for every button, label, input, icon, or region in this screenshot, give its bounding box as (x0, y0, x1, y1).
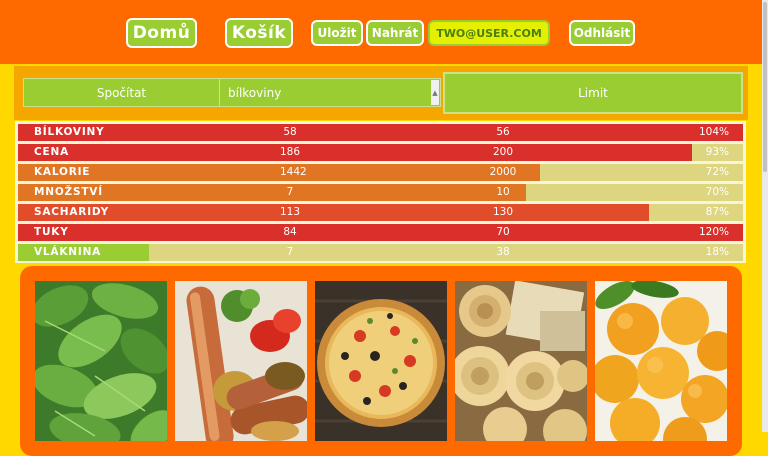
nutrient-progress-fill (18, 164, 540, 181)
cart-button[interactable]: Košík (225, 18, 293, 48)
food-tile-apricots[interactable] (595, 281, 727, 441)
nutrient-limit: 56 (496, 126, 510, 138)
nutrient-name: množství (34, 186, 103, 198)
nutrient-progress-fill (18, 224, 743, 241)
compute-button[interactable]: Spočítat (23, 78, 220, 107)
pasta-image (455, 281, 587, 441)
pizza-image (315, 281, 447, 441)
home-button[interactable]: Domů (126, 18, 197, 48)
nutrient-percent: 72% (705, 166, 729, 178)
nutrient-row-3: množství 7 10 70% (18, 184, 743, 201)
nutrient-progress-fill (18, 124, 743, 141)
nutrient-value: 1442 (280, 166, 307, 178)
nutrient-progress-fill (18, 204, 649, 221)
food-tile-spinach[interactable] (35, 281, 167, 441)
nutrient-value: 113 (280, 206, 301, 218)
nutrient-limit: 70 (496, 226, 510, 238)
nutrient-percent: 18% (705, 246, 729, 258)
limit-button[interactable]: Limit (443, 72, 743, 114)
nutrient-row-0: bílkoviny 58 56 104% (18, 124, 743, 141)
nutrient-value: 186 (280, 146, 301, 158)
nutrient-value: 58 (283, 126, 297, 138)
save-button[interactable]: Uložit (311, 20, 363, 46)
nutrient-name: cena (34, 146, 69, 158)
page-scrollbar[interactable] (762, 0, 768, 432)
food-tile-pasta[interactable] (455, 281, 587, 441)
sausages-image (175, 281, 307, 441)
logout-button[interactable]: Odhlásit (569, 20, 635, 46)
scrollbar-thumb[interactable] (763, 2, 767, 172)
nutrient-limit: 10 (496, 186, 510, 198)
nutrient-name: sacharidy (34, 206, 110, 218)
nutrient-name: vláknina (34, 246, 102, 258)
nutrient-row-6: vláknina 7 38 18% (18, 244, 743, 261)
nutrient-row-5: tuky 84 70 120% (18, 224, 743, 241)
nutrient-select-value: bílkoviny (228, 85, 282, 100)
food-tile-sausages[interactable] (175, 281, 307, 441)
top-navigation-bar: Domů Košík Uložit Nahrát two@user.com Od… (0, 0, 762, 64)
nutrient-percent: 87% (705, 206, 729, 218)
nutrient-progress-fill (18, 144, 693, 161)
nutrient-value: 84 (283, 226, 297, 238)
nutrient-value: 7 (286, 186, 294, 198)
nutrient-value: 7 (286, 246, 294, 258)
upload-button[interactable]: Nahrát (366, 20, 424, 46)
nutrient-percent: 93% (705, 146, 729, 158)
apricots-image (595, 281, 727, 441)
nutrient-limit: 130 (492, 206, 514, 218)
nutrient-limit: 2000 (489, 166, 517, 178)
nutrient-row-4: sacharidy 113 130 87% (18, 204, 743, 221)
nutrient-row-2: kalorie 1442 2000 72% (18, 164, 743, 181)
nutrient-select[interactable]: bílkoviny ▲︎ (219, 78, 441, 107)
nutrient-limit: 200 (492, 146, 514, 158)
nutrient-name: kalorie (34, 166, 91, 178)
nutrient-percent: 70% (705, 186, 729, 198)
food-tile-pizza[interactable] (315, 281, 447, 441)
control-panel: Spočítat bílkoviny ▲︎ Limit (14, 66, 748, 120)
food-gallery (20, 266, 742, 456)
user-account-button[interactable]: two@user.com (428, 20, 550, 46)
nutrient-row-1: cena 186 200 93% (18, 144, 743, 161)
dropdown-arrow-icon[interactable]: ▲︎ (431, 80, 439, 105)
nutrient-limit: 38 (496, 246, 510, 258)
nutrient-percent: 120% (698, 226, 729, 238)
spinach-image (35, 281, 167, 441)
nutrient-percent: 104% (698, 126, 729, 138)
nutrient-name: tuky (34, 226, 69, 238)
nutrition-summary: bílkoviny 58 56 104% cena 186 200 93% kalorie 144… (15, 121, 746, 263)
nutrient-name: bílkoviny (34, 126, 105, 138)
